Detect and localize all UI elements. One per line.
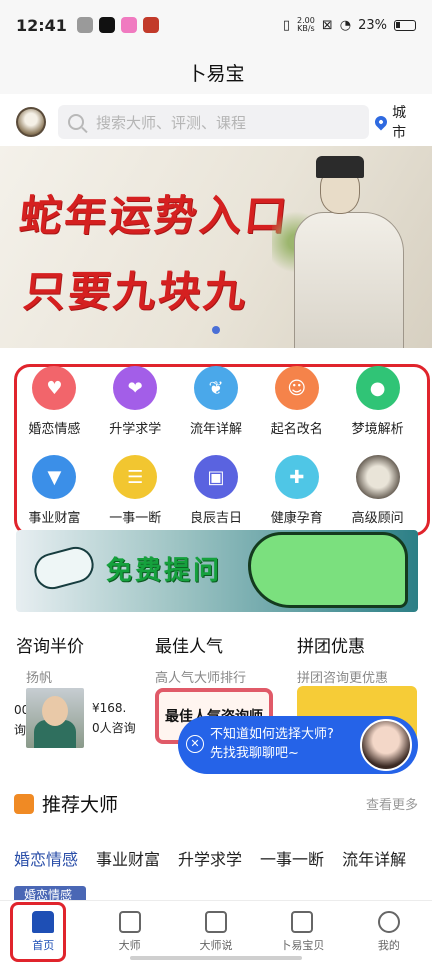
category-yearly[interactable]: ❦ 流年详解: [176, 366, 257, 437]
heart-book-icon: ❤: [113, 366, 158, 410]
status-bar: 12:41 ▯ 2.00 KB/s ⊠ ◔ 23%: [0, 0, 432, 50]
category-grid: ♥ 婚恋情感 ❤ 升学求学 ❦ 流年详解 ☺ 起名改名 ● 梦境解析 ▼ 事业财…: [14, 366, 418, 526]
thumbs-up-icon: [14, 793, 34, 814]
app-notification-icon: [120, 17, 137, 33]
category-marriage[interactable]: ♥ 婚恋情感: [14, 366, 95, 437]
chat-icon: ☰: [113, 455, 158, 499]
home-highlight-box: [10, 902, 66, 962]
consult-title: 咨询半价: [16, 637, 84, 657]
consult-half-price-section[interactable]: 咨询半价 扬帆: [16, 632, 84, 686]
leaf-icon: ❦: [193, 366, 238, 410]
hand-illustration: [248, 532, 408, 608]
close-icon[interactable]: ✕: [186, 735, 204, 753]
nav-profile[interactable]: 我的: [346, 901, 432, 964]
group-discount-section[interactable]: 拼团优惠 拼团咨询更优惠: [297, 632, 388, 686]
category-career[interactable]: ▼ 事业财富: [14, 455, 95, 526]
game-notification-icon: [142, 17, 159, 33]
banner-indicator-dot[interactable]: [212, 326, 220, 334]
tab-study[interactable]: 升学求学: [178, 846, 242, 870]
consult-price: ¥168. 0人咨询: [92, 701, 136, 735]
battery-icon: [394, 19, 416, 31]
page-title: 卜易宝: [0, 50, 432, 94]
graduation-cap-icon: [205, 911, 228, 933]
wifi-icon: ◔: [339, 17, 352, 33]
city-label: 城市: [392, 105, 407, 141]
notification-icons: [76, 17, 159, 33]
system-status: ▯ 2.00 KB/s ⊠ ◔ 23%: [283, 17, 416, 33]
banner-line-1: 蛇年运势入口: [17, 191, 293, 240]
category-health[interactable]: ✚ 健康孕育: [256, 455, 337, 526]
nav-master-talk[interactable]: 大师说: [173, 901, 259, 964]
card-illustration: [30, 542, 98, 594]
family-icon: ☺: [274, 366, 319, 410]
category-auspicious-day[interactable]: ▣ 良辰吉日: [176, 455, 257, 526]
tab-career[interactable]: 事业财富: [96, 846, 160, 870]
group-subtitle: 拼团咨询更优惠: [297, 671, 389, 686]
popular-title: 最佳人气: [155, 637, 223, 657]
settings-notification-icon: [76, 17, 93, 33]
free-ask-text: 免费提问: [106, 556, 223, 586]
recommend-title: 推荐大师: [42, 794, 119, 816]
popular-subtitle: 高人气大师排行: [155, 671, 247, 686]
city-selector[interactable]: 城市: [372, 102, 420, 142]
vibrate-icon: ▯: [282, 17, 291, 33]
gesture-bar[interactable]: [130, 956, 302, 960]
nav-masters[interactable]: 大师: [86, 901, 172, 964]
advisor-avatar-icon: [355, 455, 400, 499]
recommend-tabs: 婚恋情感 事业财富 升学求学 一事一断 流年详解: [14, 846, 432, 870]
search-input[interactable]: 搜索大师、评测、课程: [57, 105, 370, 139]
search-placeholder: 搜索大师、评测、课程: [95, 113, 246, 132]
status-time: 12:41: [16, 15, 67, 35]
scroll-icon: [118, 911, 141, 933]
network-speed: 2.00 KB/s: [297, 16, 315, 33]
health-heart-icon: ✚: [274, 455, 319, 499]
nav-baby[interactable]: 卜易宝贝: [259, 901, 345, 964]
free-ask-banner[interactable]: 免费提问: [16, 530, 418, 612]
promo-banner[interactable]: 蛇年运势入口 只要九块九: [0, 146, 432, 348]
calendar-icon: ▣: [193, 455, 238, 499]
sim-off-icon: ⊠: [321, 17, 333, 33]
person-icon: ●: [355, 366, 400, 410]
chat-helper-bubble[interactable]: ✕ 不知道如何选择大师? 先找我聊聊吧~: [178, 716, 418, 774]
see-more-link[interactable]: 查看更多: [366, 794, 418, 813]
search-row: 搜索大师、评测、课程 城市: [0, 98, 432, 146]
category-naming[interactable]: ☺ 起名改名: [256, 366, 337, 437]
bag-icon: [291, 911, 314, 933]
master-photo[interactable]: [26, 688, 84, 748]
tab-marriage[interactable]: 婚恋情感: [14, 846, 78, 870]
couple-icon: ♥: [32, 366, 77, 410]
sage-illustration: [272, 146, 432, 348]
tie-icon: ▼: [32, 455, 77, 499]
tab-one-matter[interactable]: 一事一断: [260, 846, 324, 870]
category-one-matter[interactable]: ☰ 一事一断: [95, 455, 176, 526]
category-dream[interactable]: ● 梦境解析: [337, 366, 418, 437]
location-pin-icon: [372, 113, 390, 131]
banner-line-2: 只要九块九: [21, 267, 252, 316]
advisor-avatar: [360, 719, 412, 771]
battery-percent: 23%: [358, 17, 387, 33]
logo-avatar[interactable]: [16, 107, 46, 137]
recommend-header: 推荐大师 查看更多: [14, 790, 418, 817]
tab-yearly[interactable]: 流年详解: [342, 846, 406, 870]
search-icon: [67, 114, 84, 130]
consult-master-name: 扬帆: [26, 671, 53, 686]
category-study[interactable]: ❤ 升学求学: [95, 366, 176, 437]
best-popular-section[interactable]: 最佳人气 高人气大师排行: [155, 632, 246, 686]
category-advisor[interactable]: 高级顾问: [337, 455, 418, 526]
tiktok-notification-icon: [98, 17, 115, 33]
user-icon: [377, 911, 400, 933]
group-title: 拼团优惠: [297, 637, 365, 657]
